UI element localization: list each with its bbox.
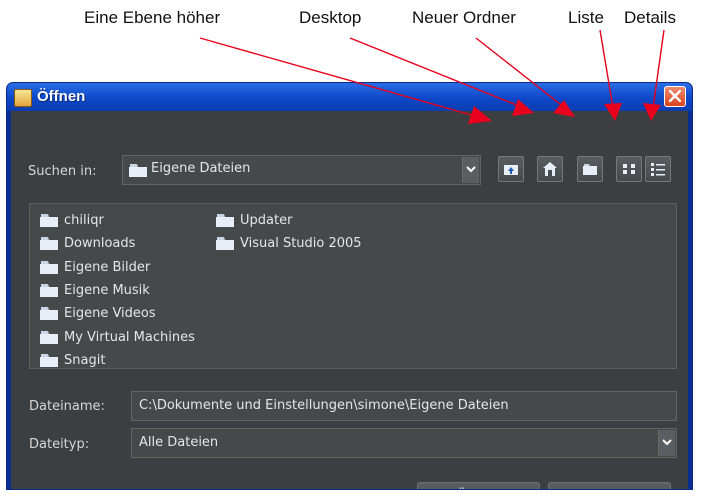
file-list[interactable]: chiliqr Downloads Eigene Bilder Eigene Musi… [29,203,677,369]
list-item[interactable]: chiliqr [40,209,195,232]
close-button[interactable] [664,86,686,107]
open-dialog: Öffnen Suchen in: Eigene Dateien chiliqr… [6,82,693,490]
list-item[interactable]: Eigene Videos [40,302,195,325]
window-title: Öffnen [37,88,86,105]
file-list-column-2: Updater Visual Studio 2005 [216,209,362,256]
callout-desktop: Desktop [299,8,362,27]
filetype-dropdown-arrow[interactable] [658,430,675,456]
folder-icon [40,284,58,298]
list-item[interactable]: My Virtual Machines [40,325,195,348]
new-folder-button[interactable] [577,156,603,182]
list-item[interactable]: Downloads [40,232,195,255]
chevron-down-icon [466,166,476,173]
file-name: Visual Studio 2005 [240,236,362,252]
cancel-button[interactable]: Abbrechen [548,482,671,489]
lookin-combobox[interactable]: Eigene Dateien [122,155,481,185]
file-name: Eigene Videos [64,306,156,322]
list-item[interactable]: Snagit [40,349,195,372]
lookin-dropdown-arrow[interactable] [462,157,479,183]
callout-new-folder: Neuer Ordner [412,8,516,27]
filetype-combobox[interactable]: Alle Dateien [131,428,677,458]
list-item[interactable]: Updater [216,209,362,232]
folder-icon [40,237,58,251]
details-view-button[interactable] [645,156,671,182]
file-list-column-1: chiliqr Downloads Eigene Bilder Eigene Musi… [40,209,195,372]
callout-list: Liste [568,8,604,27]
title-bar[interactable]: Öffnen [7,83,692,111]
list-item[interactable]: Visual Studio 2005 [216,232,362,255]
filename-label: Dateiname: [29,399,105,414]
lookin-value: Eigene Dateien [151,161,251,176]
folder-icon [40,214,58,228]
folder-icon [216,237,234,251]
callout-details: Details [624,8,676,27]
folder-icon [40,353,58,367]
file-name: Eigene Musik [64,283,150,299]
close-icon [669,90,681,102]
list-view-button[interactable] [616,156,642,182]
filename-input[interactable]: C:\Dokumente und Einstellungen\simone\Ei… [131,391,677,421]
callout-up-one-level: Eine Ebene höher [84,8,221,27]
up-one-level-button[interactable] [498,156,524,182]
open-button[interactable]: Öffnen [417,482,540,489]
list-item[interactable]: Eigene Musik [40,279,195,302]
file-name: Eigene Bilder [64,259,151,275]
new-folder-icon [583,164,597,175]
desktop-button[interactable] [537,156,563,182]
details-view-icon [651,163,665,176]
folder-icon [40,330,58,344]
file-name: My Virtual Machines [64,329,195,345]
folder-icon [40,307,58,321]
lookin-label: Suchen in: [28,164,97,179]
file-name: chiliqr [64,213,104,229]
list-view-icon [623,164,635,174]
file-name: Snagit [64,352,106,368]
java-cup-icon [14,89,32,107]
filetype-value: Alle Dateien [139,435,219,450]
up-folder-icon [504,165,518,175]
chevron-down-icon [662,439,672,446]
file-name: Updater [240,213,293,229]
filetype-label: Dateityp: [29,437,90,452]
list-item[interactable]: Eigene Bilder [40,256,195,279]
folder-icon [216,214,234,228]
folder-icon [129,164,147,177]
home-icon [543,162,557,176]
folder-icon [40,260,58,274]
filename-value: C:\Dokumente und Einstellungen\simone\Ei… [139,398,509,413]
file-name: Downloads [64,236,136,252]
dialog-content: Suchen in: Eigene Dateien chiliqr Downlo… [11,111,688,489]
